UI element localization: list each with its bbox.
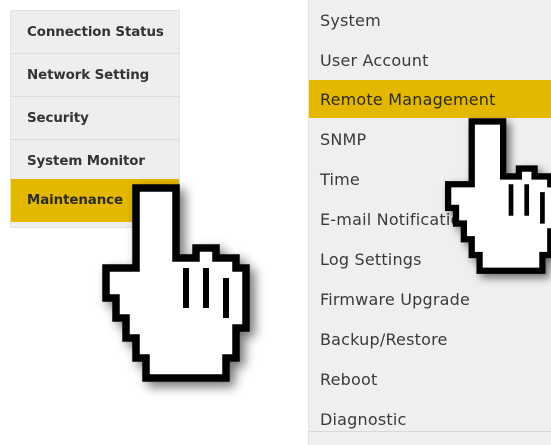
submenu-item-label: Time xyxy=(320,169,360,189)
nav-item-label: Network Setting xyxy=(27,67,150,83)
submenu-divider xyxy=(309,431,551,432)
submenu-item-label: SNMP xyxy=(320,129,367,149)
submenu-item-diagnostic[interactable]: Diagnostic xyxy=(309,400,551,438)
submenu-item-label: E-mail Notification xyxy=(320,209,471,229)
submenu-item-label: Backup/Restore xyxy=(320,329,448,349)
nav-item-label: System Monitor xyxy=(27,153,145,169)
nav-item-system-monitor[interactable]: System Monitor xyxy=(11,140,179,183)
submenu-item-label: System xyxy=(320,10,381,30)
nav-item-network-setting[interactable]: Network Setting xyxy=(11,54,179,97)
submenu-item-system[interactable]: System xyxy=(309,1,551,39)
nav-item-label: Connection Status xyxy=(27,24,164,40)
maintenance-menu-illustration: Connection Status Network Setting Securi… xyxy=(0,0,551,445)
submenu-item-firmware-upgrade[interactable]: Firmware Upgrade xyxy=(309,280,551,318)
nav-item-label: Security xyxy=(27,110,89,126)
submenu-item-label: User Account xyxy=(320,50,429,70)
submenu-item-label: Log Settings xyxy=(320,249,422,269)
submenu-item-label: Firmware Upgrade xyxy=(320,289,471,309)
submenu-item-remote-management[interactable]: Remote Management xyxy=(309,80,551,118)
hand-pointer-icon xyxy=(102,184,250,382)
submenu-item-label: Remote Management xyxy=(320,89,496,109)
submenu-item-label: Diagnostic xyxy=(320,409,407,429)
hand-pointer-icon xyxy=(445,118,551,274)
submenu-item-user-account[interactable]: User Account xyxy=(309,41,551,79)
submenu-item-reboot[interactable]: Reboot xyxy=(309,360,551,398)
nav-item-connection-status[interactable]: Connection Status xyxy=(11,11,179,54)
nav-item-security[interactable]: Security xyxy=(11,97,179,140)
nav-item-label: Maintenance xyxy=(27,193,123,208)
submenu-item-label: Reboot xyxy=(320,369,378,389)
submenu-item-backup-restore[interactable]: Backup/Restore xyxy=(309,320,551,358)
